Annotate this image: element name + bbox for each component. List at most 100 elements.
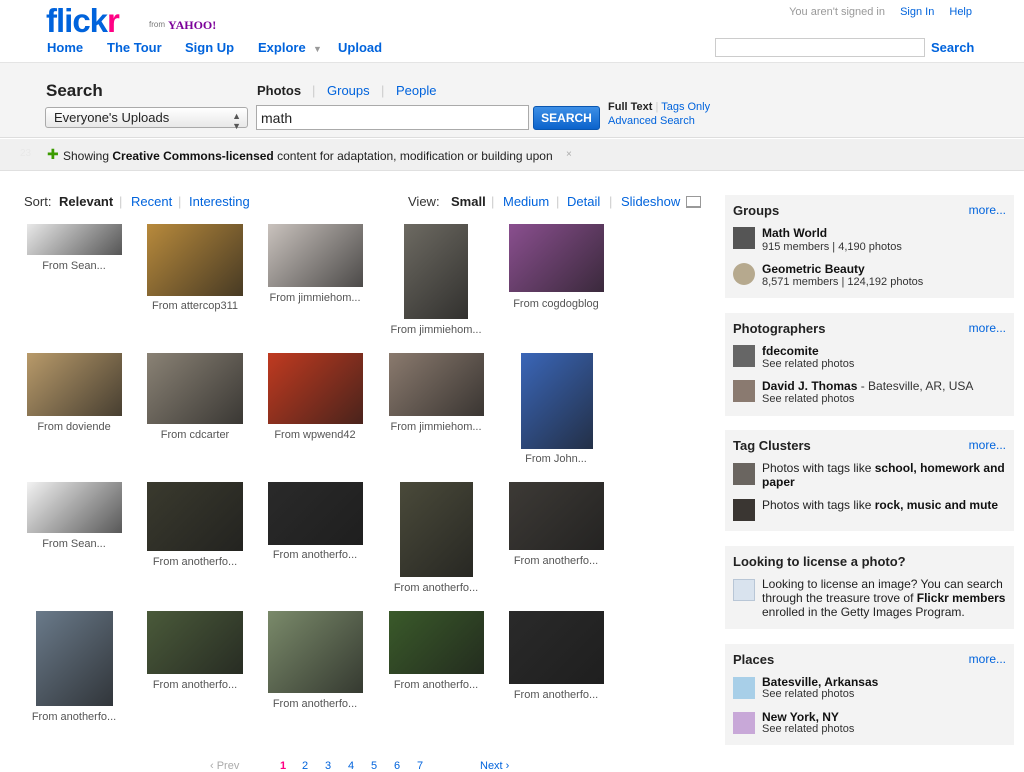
photographers-more-link[interactable]: more... [969,321,1006,335]
view-slideshow[interactable]: Slideshow [621,194,680,209]
place-name[interactable]: New York, NY [762,710,839,724]
sign-in-link[interactable]: Sign In [900,6,934,18]
photo-thumbnail[interactable] [147,482,243,551]
photo-caption[interactable]: From John... [491,453,621,465]
photo-caption[interactable]: From jimmiehom... [371,324,501,336]
photo-caption[interactable]: From anotherfo... [130,556,260,568]
photographer-avatar[interactable] [733,380,755,402]
sort-interesting[interactable]: Interesting [189,194,250,209]
see-related-photos-link[interactable]: See related photos [762,723,854,735]
tag-cluster-thumb[interactable] [733,463,755,485]
tag-cluster-item[interactable]: Photos with tags like rock, music and mu… [762,498,1007,512]
tag-cluster-thumb[interactable] [733,499,755,521]
view-medium[interactable]: Medium [503,194,549,209]
groups-more-link[interactable]: more... [969,203,1006,217]
places-more-link[interactable]: more... [969,652,1006,666]
search-input[interactable]: math [256,105,529,130]
photo-thumbnail[interactable] [36,611,113,706]
photo-caption[interactable]: From cogdogblog [491,298,621,310]
photo-caption[interactable]: From jimmiehom... [250,292,380,304]
nav-explore[interactable]: Explore [258,40,306,55]
tag-cluster-item[interactable]: Photos with tags like school, homework a… [762,461,1007,489]
photo-caption[interactable]: From anotherfo... [491,555,621,567]
pager-page[interactable]: 1 [280,760,286,772]
photo-thumbnail[interactable] [27,224,122,255]
pager-page[interactable]: 2 [302,760,308,772]
photo-thumbnail[interactable] [268,224,363,287]
mode-tags-only[interactable]: Tags Only [661,101,710,113]
close-icon[interactable]: × [566,149,572,160]
place-name[interactable]: Batesville, Arkansas [762,675,878,689]
photo-caption[interactable]: From cdcarter [130,429,260,441]
pager-page[interactable]: 5 [371,760,377,772]
group-name[interactable]: Geometric Beauty [762,262,865,276]
photo-caption[interactable]: From anotherfo... [491,689,621,701]
photo-caption[interactable]: From anotherfo... [371,679,501,691]
photo-thumbnail[interactable] [400,482,473,577]
photo-caption[interactable]: From anotherfo... [130,679,260,691]
photo-caption[interactable]: From anotherfo... [250,698,380,710]
search-scope-select[interactable]: Everyone's Uploads ▲▼ [45,107,248,128]
photo-caption[interactable]: From anotherfo... [9,711,139,723]
photographer-name[interactable]: David J. Thomas - Batesville, AR, USA [762,379,973,393]
advanced-search-link[interactable]: Advanced Search [608,115,695,127]
tag-clusters-more-link[interactable]: more... [969,438,1006,452]
chevron-down-icon[interactable]: ▼ [313,44,322,54]
photo-caption[interactable]: From doviende [9,421,139,433]
pager-page[interactable]: 7 [417,760,423,772]
nav-the-tour[interactable]: The Tour [107,40,162,55]
photo-caption[interactable]: From Sean... [9,538,139,550]
nav-sign-up[interactable]: Sign Up [185,40,234,55]
photo-thumbnail[interactable] [509,611,604,684]
group-name[interactable]: Math World [762,226,827,240]
see-related-photos-link[interactable]: See related photos [762,688,854,700]
photo-thumbnail[interactable] [268,353,363,424]
photo-thumbnail[interactable] [147,611,243,674]
photo-thumbnail[interactable] [404,224,468,319]
photo-thumbnail[interactable] [147,353,243,424]
header-search-input[interactable] [715,38,925,57]
photo-thumbnail[interactable] [268,611,363,693]
tab-people[interactable]: People [396,83,436,98]
photographer-avatar[interactable] [733,345,755,367]
photo-caption[interactable]: From jimmiehom... [371,421,501,433]
view-detail[interactable]: Detail [567,194,600,209]
photo-thumbnail[interactable] [268,482,363,545]
photo-thumbnail[interactable] [389,611,484,674]
pager-next[interactable]: Next › [480,760,509,772]
map-icon[interactable] [733,677,755,699]
photo-caption[interactable]: From anotherfo... [371,582,501,594]
sort-relevant[interactable]: Relevant [59,194,113,209]
group-avatar[interactable] [733,263,755,285]
see-related-photos-link[interactable]: See related photos [762,393,854,405]
see-related-photos-link[interactable]: See related photos [762,358,854,370]
photo-thumbnail[interactable] [509,482,604,550]
header-search-button[interactable]: Search [931,40,974,55]
photo-thumbnail[interactable] [509,224,604,292]
pager-page[interactable]: 6 [394,760,400,772]
tab-groups[interactable]: Groups [327,83,370,98]
group-avatar[interactable] [733,227,755,249]
photo-thumbnail[interactable] [521,353,593,449]
photo-thumbnail[interactable] [27,482,122,533]
photo-caption[interactable]: From Sean... [9,260,139,272]
nav-upload[interactable]: Upload [338,40,382,55]
slideshow-icon[interactable] [686,196,701,208]
photo-caption[interactable]: From anotherfo... [250,549,380,561]
photo-caption[interactable]: From attercop311 [130,300,260,312]
pager-prev[interactable]: ‹ Prev [210,760,239,772]
map-icon[interactable] [733,712,755,734]
tab-photos[interactable]: Photos [257,83,301,98]
flickr-logo[interactable]: flickr [46,2,119,40]
sort-recent[interactable]: Recent [131,194,172,209]
photo-thumbnail[interactable] [389,353,484,416]
search-button[interactable]: SEARCH [533,106,600,130]
view-small[interactable]: Small [451,194,486,209]
photographer-name[interactable]: fdecomite [762,344,819,358]
mode-full-text[interactable]: Full Text [608,101,652,113]
nav-home[interactable]: Home [47,40,83,55]
help-link[interactable]: Help [949,6,972,18]
photo-caption[interactable]: From wpwend42 [250,429,380,441]
photo-thumbnail[interactable] [147,224,243,296]
flickr-members-link[interactable]: Flickr members [917,591,1006,605]
